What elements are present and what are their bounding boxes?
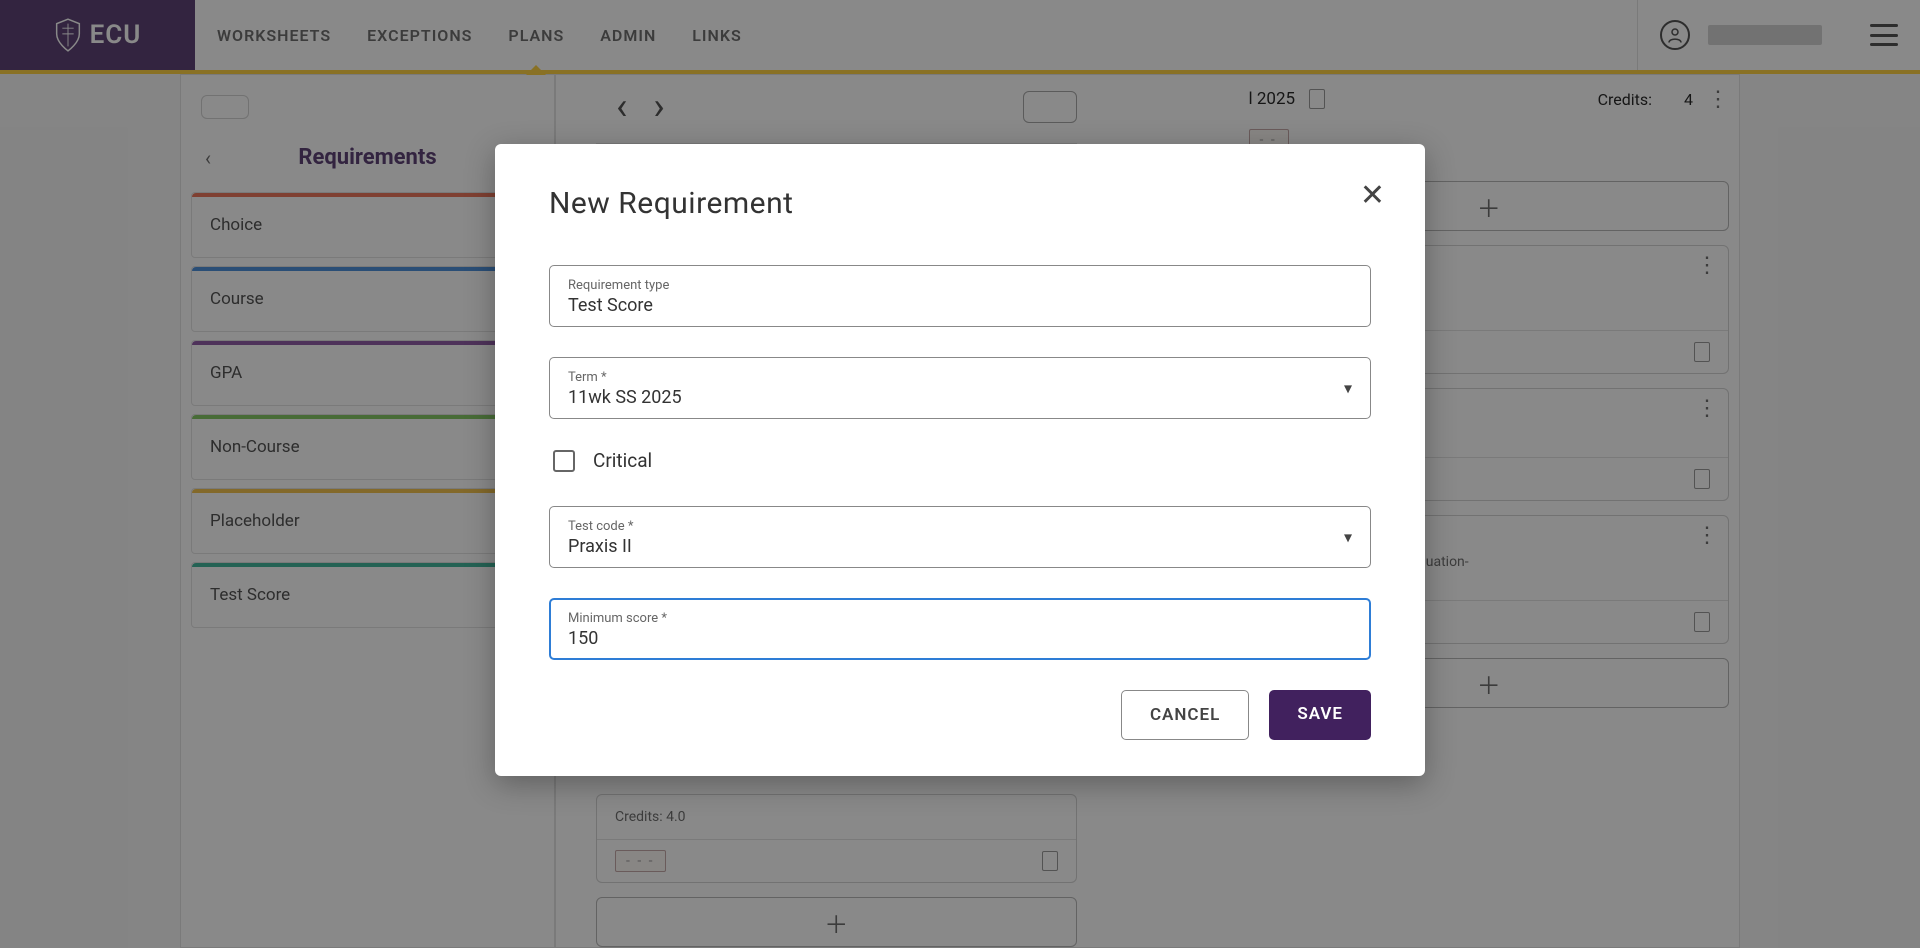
field-value: Praxis II <box>568 536 1352 557</box>
modal-overlay: New Requirement ✕ Requirement type Test … <box>0 0 1920 948</box>
modal-title: New Requirement <box>549 186 1371 221</box>
critical-label: Critical <box>593 449 652 472</box>
critical-checkbox[interactable] <box>553 450 575 472</box>
chevron-down-icon: ▾ <box>1344 379 1352 398</box>
field-value: Test Score <box>568 295 1352 316</box>
requirement-type-field[interactable]: Requirement type Test Score <box>549 265 1371 327</box>
test-code-select[interactable]: Test code * Praxis II ▾ <box>549 506 1371 568</box>
save-button[interactable]: SAVE <box>1269 690 1371 740</box>
chevron-down-icon: ▾ <box>1344 528 1352 547</box>
cancel-button[interactable]: CANCEL <box>1121 690 1249 740</box>
field-value: 11wk SS 2025 <box>568 387 1352 408</box>
new-requirement-modal: New Requirement ✕ Requirement type Test … <box>495 144 1425 776</box>
minimum-score-input[interactable]: Minimum score * 150 <box>549 598 1371 660</box>
field-label: Term * <box>568 370 1352 385</box>
field-value: 150 <box>568 628 1352 649</box>
term-select[interactable]: Term * 11wk SS 2025 ▾ <box>549 357 1371 419</box>
field-label: Requirement type <box>568 278 1352 293</box>
close-icon[interactable]: ✕ <box>1360 178 1385 213</box>
field-label: Test code * <box>568 519 1352 534</box>
field-label: Minimum score * <box>568 611 1352 626</box>
